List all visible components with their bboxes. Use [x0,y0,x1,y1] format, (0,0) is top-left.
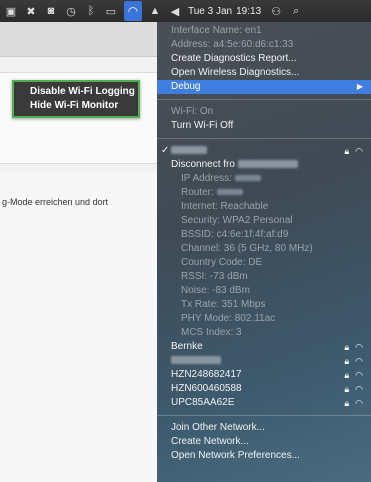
checkmark-icon: ✓ [161,145,170,156]
lock-icon: 🔒︎ [344,370,350,380]
open-wireless-diagnostics-item[interactable]: Open Wireless Diagnostics... [157,66,371,80]
router-item: Router: [157,186,371,200]
battery-icon[interactable]: ▭ [104,4,118,18]
detail-label: Router: [181,187,214,198]
app-icon[interactable]: ✖ [24,4,38,18]
wifi-signal-icon: ◠ [355,384,363,394]
airplay-icon[interactable]: ▲ [148,4,162,18]
network-name: Bernke [171,341,203,352]
redacted-network-name [171,356,221,365]
channel-item: Channel: 36 (5 GHz, 80 MHz) [181,243,313,254]
wifi-signal-icon: ◠ [355,146,363,156]
lock-icon: 🔒︎ [344,342,350,352]
wifi-icon[interactable]: ◠ [124,1,142,21]
network-name: HZN600460588 [171,383,242,394]
country-code-item: Country Code: DE [181,257,263,268]
network-item-hzn248682417[interactable]: HZN248682417 🔒︎ ◠ [157,368,371,382]
separator [157,99,371,100]
display-icon[interactable]: ◙ [44,4,58,18]
ip-address-item: IP Address: [157,172,371,186]
bluetooth-icon[interactable]: ᛒ [84,4,98,18]
disable-wifi-logging-item[interactable]: Disable Wi-Fi Logging [30,85,138,99]
submenu-arrow-icon: ▶ [356,82,363,91]
debug-label: Debug [171,81,201,92]
turn-wifi-off-item[interactable]: Turn Wi-Fi Off [157,119,371,133]
lock-icon: 🔒︎ [344,146,350,156]
separator [157,415,371,416]
detail-label: IP Address: [181,173,232,184]
network-name: UPC85AA62E [171,397,235,408]
rssi-item: RSSI: -73 dBm [181,271,248,282]
network-item-redacted[interactable]: 🔒︎ ◠ [157,354,371,368]
wifi-signal-icon: ◠ [355,342,363,352]
phy-mode-item: PHY Mode: 802.11ac [181,313,276,324]
noise-item: Noise: -83 dBm [181,285,250,296]
lock-icon: 🔒︎ [344,384,350,394]
interface-name-item: Interface Name: en1 [171,25,262,36]
disconnect-item[interactable]: Disconnect fro [157,158,371,172]
redacted-network-name [237,160,298,169]
debug-menu-item[interactable]: Debug ▶ [157,80,371,94]
network-item-hzn600460588[interactable]: HZN600460588 🔒︎ ◠ [157,382,371,396]
search-icon[interactable]: ⌕ [289,4,303,18]
screen-icon[interactable]: ▣ [4,4,18,18]
redacted-value [234,175,261,182]
redacted-value [216,189,243,196]
security-item: Security: WPA2 Personal [181,215,293,226]
internet-item: Internet: Reachable [181,201,269,212]
connected-network-item[interactable]: ✓ 🔒︎ ◠ [157,144,371,158]
network-item-bernke[interactable]: Bernke 🔒︎ ◠ [157,340,371,354]
network-name: HZN248682417 [171,369,242,380]
wifi-signal-icon: ◠ [355,398,363,408]
create-diagnostics-report-item[interactable]: Create Diagnostics Report... [157,52,371,66]
hide-wifi-monitor-item[interactable]: Hide Wi-Fi Monitor [30,99,138,113]
wifi-menu: Interface Name: en1 Address: a4:5e:60:d6… [157,22,371,482]
lock-icon: 🔒︎ [344,356,350,366]
address-item: Address: a4:5e:60:d6:c1:33 [171,39,294,50]
wifi-status-item: Wi-Fi: On [171,106,214,117]
lock-icon: 🔒︎ [344,398,350,408]
wifi-signal-icon: ◠ [355,370,363,380]
bssid-item: BSSID: c4:6e:1f:4f:af:d9 [181,229,289,240]
time-machine-icon[interactable]: ◷ [64,4,78,18]
separator [157,138,371,139]
tx-rate-item: Tx Rate: 351 Mbps [181,299,266,310]
background-text: g-Mode erreichen und dort [2,197,109,207]
network-item-upc85aa62e[interactable]: UPC85AA62E 🔒︎ ◠ [157,396,371,410]
open-network-preferences-item[interactable]: Open Network Preferences... [157,449,371,463]
debug-submenu: Disable Wi-Fi Logging Hide Wi-Fi Monitor [12,80,140,118]
mcs-index-item: MCS Index: 3 [181,327,242,338]
redacted-network-name [171,146,207,155]
create-network-item[interactable]: Create Network... [157,435,371,449]
volume-icon[interactable]: ◀ [168,4,182,18]
wifi-signal-icon: ◠ [355,356,363,366]
disconnect-label: Disconnect fro [171,159,235,170]
join-other-network-item[interactable]: Join Other Network... [157,421,371,435]
time-label[interactable]: 19:13 [236,6,261,17]
date-label[interactable]: Tue 3 Jan [188,6,232,17]
menu-bar: ▣ ✖ ◙ ◷ ᛒ ▭ ◠ ▲ ◀ Tue 3 Jan 19:13 ⚇ ⌕ [0,0,371,22]
user-icon[interactable]: ⚇ [269,4,283,18]
